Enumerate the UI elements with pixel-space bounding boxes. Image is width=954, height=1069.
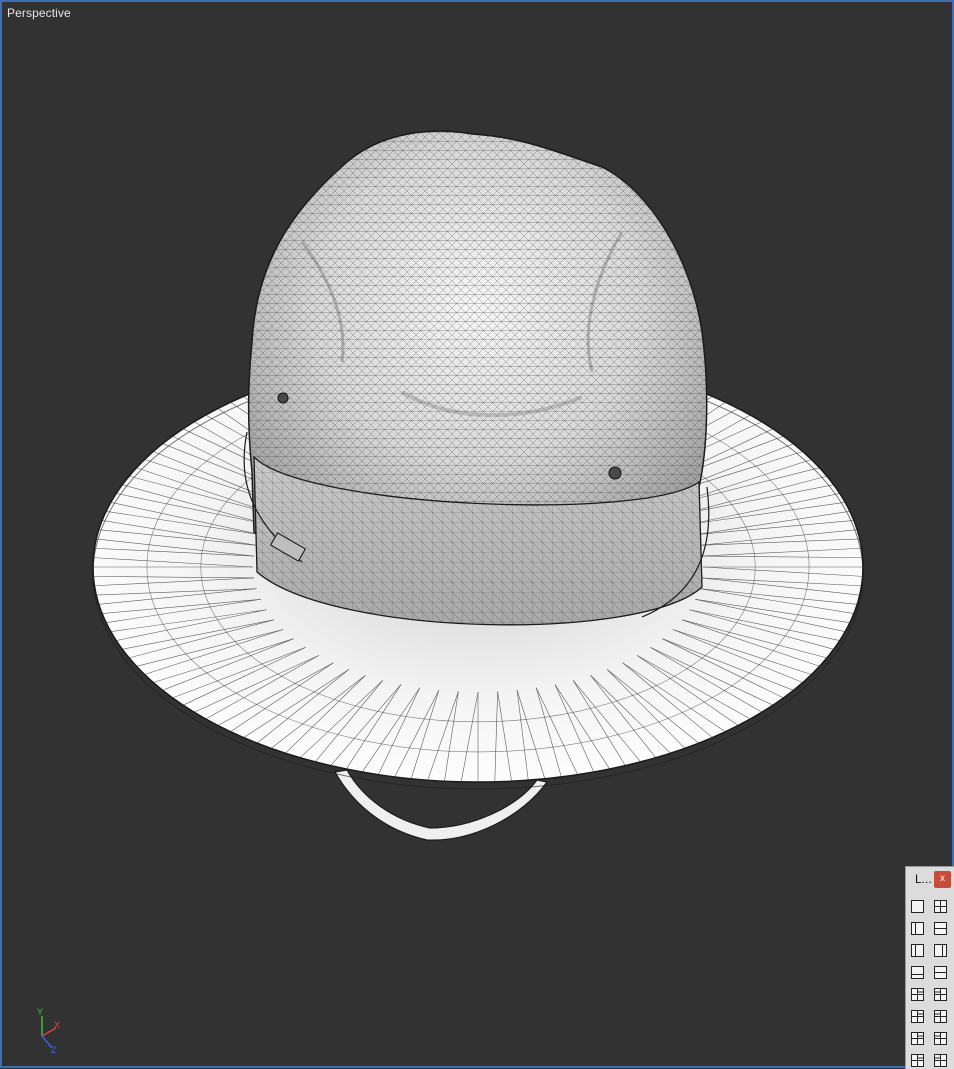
layout-four-left-icon[interactable]	[911, 1032, 924, 1045]
layout-three-top-icon[interactable]	[911, 1010, 924, 1023]
layout-three-bottom-icon[interactable]	[934, 1010, 947, 1023]
layout-four-right-icon[interactable]	[934, 1032, 947, 1045]
hat-model[interactable]	[2, 2, 952, 1066]
viewport-layout-panel: L... x	[905, 866, 954, 1069]
layout-bottom-panel-icon[interactable]	[911, 966, 924, 979]
layout-vertical-split-icon[interactable]	[911, 922, 924, 935]
viewport-perspective[interactable]: Perspective Y X Z	[0, 0, 954, 1068]
layout-horizontal-split-icon[interactable]	[934, 922, 947, 935]
layout-three-left-icon[interactable]	[911, 988, 924, 1001]
gizmo-z-label: Z	[51, 1045, 57, 1055]
layout-right-panel-icon[interactable]	[934, 944, 947, 957]
gizmo-x-label: X	[54, 1020, 60, 1030]
layout-quad-icon[interactable]	[934, 900, 947, 913]
layout-panel-title: L...	[915, 872, 932, 886]
axis-gizmo: Y X Z	[37, 1007, 60, 1055]
layout-panel-close-button[interactable]: x	[934, 871, 951, 888]
layout-four-bottom-icon[interactable]	[934, 1054, 947, 1067]
layout-left-panel-icon[interactable]	[911, 944, 924, 957]
layout-three-right-icon[interactable]	[934, 988, 947, 1001]
layout-single-icon[interactable]	[911, 900, 924, 913]
layout-top-panel-icon[interactable]	[934, 966, 947, 979]
layout-four-top-icon[interactable]	[911, 1054, 924, 1067]
gizmo-y-label: Y	[37, 1007, 43, 1017]
